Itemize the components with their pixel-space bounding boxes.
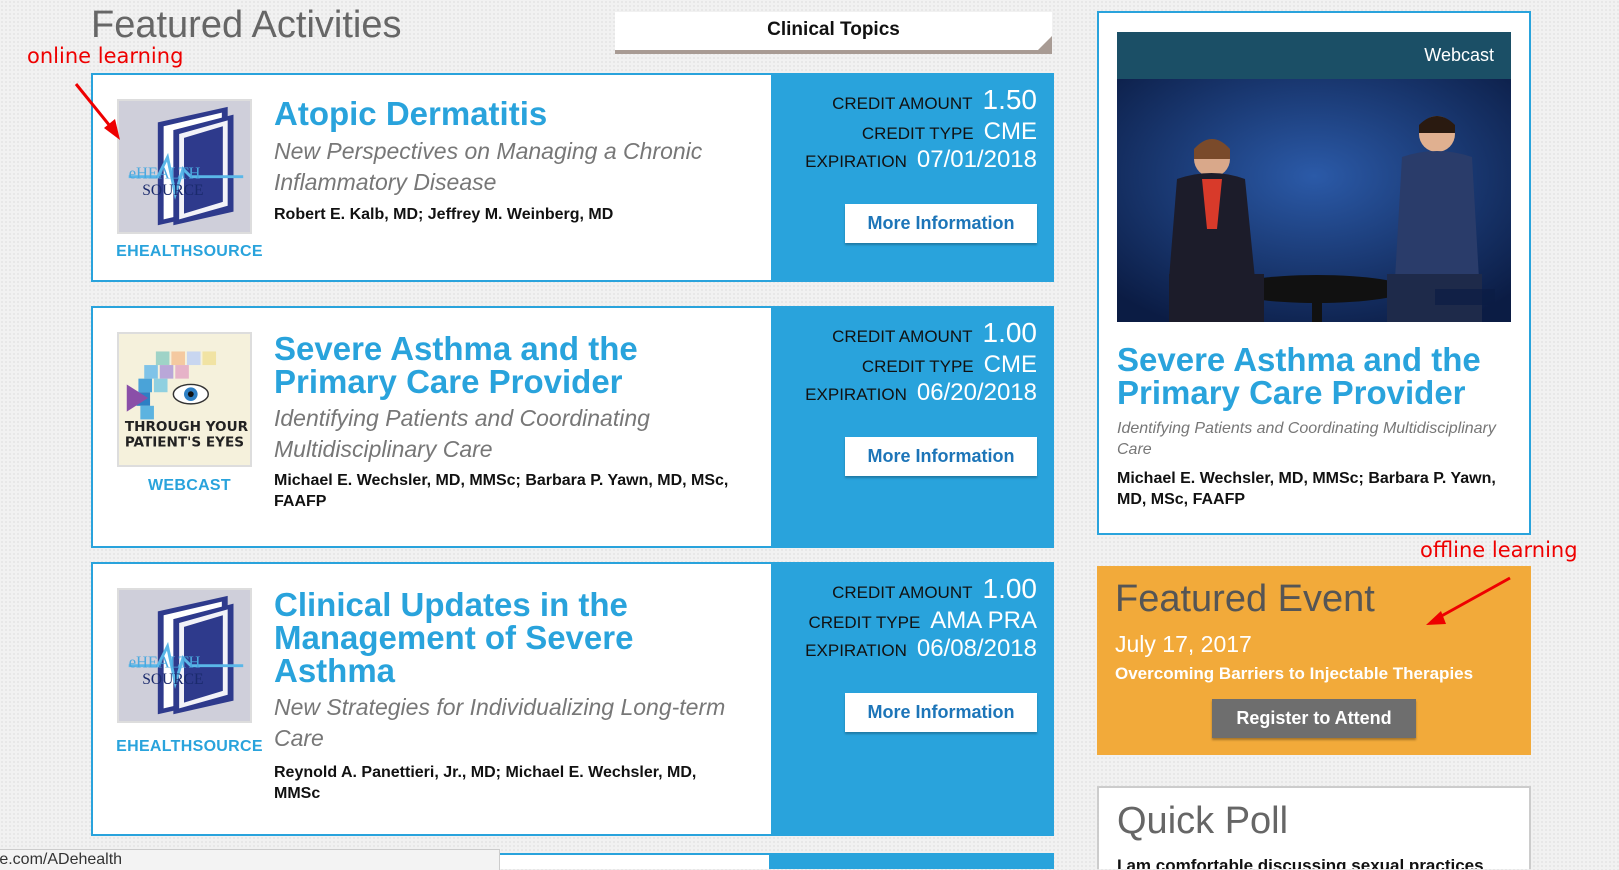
credit-amount-value: 1.50	[982, 84, 1038, 115]
quick-poll-panel: Quick Poll I am comfortable discussing s…	[1097, 786, 1531, 869]
activity-title-link[interactable]: Severe Asthma and the Primary Care Provi…	[274, 332, 744, 398]
activity-card[interactable]: THROUGH YOUR PATIENT'S EYES WEBCAST Seve…	[91, 306, 1054, 548]
activity-provider[interactable]: WEBCAST	[93, 477, 286, 495]
ehealthsource-logo-icon[interactable]: eHEALTH SOURCE	[117, 99, 252, 234]
activity-authors: Reynold A. Panettieri, Jr., MD; Michael …	[274, 764, 697, 802]
activity-provider[interactable]: EHEALTHSOURCE	[93, 243, 286, 261]
webcast-subtitle: Identifying Patients and Coordinating Mu…	[1117, 420, 1496, 458]
register-to-attend-button[interactable]: Register to Attend	[1212, 699, 1416, 738]
quick-poll-heading: Quick Poll	[1117, 800, 1289, 842]
credit-type-value: CME	[983, 351, 1037, 378]
more-information-button[interactable]: More Information	[845, 693, 1037, 732]
credit-type-label: CREDIT TYPE	[861, 124, 974, 143]
online-learning-annotation: online learning	[27, 44, 184, 68]
credit-amount-row: CREDIT AMOUNT 1.00	[832, 573, 1037, 605]
poll-question: I am comfortable discussing sexual pract…	[1117, 856, 1484, 869]
browser-status-bar: me.com/ADehealth	[0, 849, 500, 870]
activity-card[interactable]: eHEALTH SOURCE EHEALTHSOURCE Atopic Derm…	[91, 73, 1054, 282]
webcast-authors: Michael E. Wechsler, MD, MMSc; Barbara P…	[1117, 470, 1496, 508]
svg-text:THROUGH YOUR: THROUGH YOUR	[125, 419, 249, 435]
svg-text:SOURCE: SOURCE	[142, 182, 203, 199]
activity-title-link[interactable]: Atopic Dermatitis	[274, 97, 744, 130]
credit-type-row: CREDIT TYPE AMA PRA	[809, 607, 1038, 635]
expiration-value: 06/20/2018	[916, 379, 1037, 406]
activity-info: THROUGH YOUR PATIENT'S EYES WEBCAST Seve…	[93, 308, 771, 546]
webcast-label: Webcast	[1117, 32, 1511, 79]
more-information-button[interactable]: More Information	[845, 437, 1037, 476]
expiration-label: EXPIRATION	[805, 641, 907, 660]
credit-panel: CREDIT AMOUNT 1.00 CREDIT TYPE CME EXPIRAT…	[771, 306, 1054, 548]
credit-type-value: AMA PRA	[930, 607, 1037, 634]
featured-activities-heading: Featured Activities	[91, 4, 402, 46]
event-date: July 17, 2017	[1115, 631, 1252, 657]
featured-event-panel: Featured Event July 17, 2017 Overcoming …	[1097, 566, 1531, 755]
credit-type-label: CREDIT TYPE	[861, 357, 974, 376]
svg-text:SOURCE: SOURCE	[142, 671, 203, 688]
expiration-value: 06/08/2018	[916, 635, 1037, 662]
credit-type-value: CME	[983, 118, 1037, 145]
activity-provider[interactable]: EHEALTHSOURCE	[93, 738, 286, 756]
featured-event-heading: Featured Event	[1115, 578, 1375, 620]
svg-text:eHEALTH: eHEALTH	[129, 653, 201, 672]
expiration-value: 07/01/2018	[916, 146, 1037, 173]
featured-webcast-panel[interactable]: Webcast Severe Asthma and the Primary Ca…	[1097, 11, 1531, 535]
more-information-button[interactable]: More Information	[845, 204, 1037, 243]
expiration-label: EXPIRATION	[805, 152, 907, 171]
expiration-row: EXPIRATION 06/08/2018	[805, 635, 1037, 663]
activity-authors: Michael E. Wechsler, MD, MMSc; Barbara P…	[274, 472, 729, 510]
event-name-link[interactable]: Overcoming Barriers to Injectable Therap…	[1115, 664, 1473, 684]
activity-authors: Robert E. Kalb, MD; Jeffrey M. Weinberg,…	[274, 206, 614, 223]
credit-panel: CREDIT AMOUNT 1.00 CREDIT TYPE AMA PRA EXP…	[771, 562, 1054, 836]
credit-amount-row: CREDIT AMOUNT 1.00	[832, 317, 1037, 349]
credit-amount-label: CREDIT AMOUNT	[832, 327, 973, 346]
activity-info: eHEALTH SOURCE EHEALTHSOURCE Atopic Derm…	[93, 75, 771, 280]
svg-text:eHEALTH: eHEALTH	[129, 164, 201, 183]
ehealthsource-logo-icon[interactable]: eHEALTH SOURCE	[117, 588, 252, 723]
expiration-row: EXPIRATION 07/01/2018	[805, 146, 1037, 174]
activity-card[interactable]: eHEALTH SOURCE EHEALTHSOURCE Clinical Up…	[91, 562, 1054, 836]
credit-type-row: CREDIT TYPE CME	[862, 351, 1037, 379]
credit-panel: CREDIT AMOUNT 1.50 CREDIT TYPE CME EXPIRAT…	[771, 73, 1054, 282]
activity-subtitle: New Strategies for Individualizing Long-…	[274, 694, 726, 751]
activity-subtitle: New Perspectives on Managing a Chronic I…	[274, 138, 703, 195]
credit-amount-value: 1.00	[982, 573, 1038, 604]
credit-type-row: CREDIT TYPE CME	[862, 118, 1037, 146]
expiration-label: EXPIRATION	[805, 385, 907, 404]
credit-type-label: CREDIT TYPE	[808, 613, 921, 632]
webcast-video-thumbnail[interactable]	[1117, 79, 1511, 322]
clinical-topics-tab[interactable]: Clinical Topics	[615, 12, 1052, 54]
credit-amount-label: CREDIT AMOUNT	[832, 583, 973, 602]
svg-text:PATIENT'S EYES: PATIENT'S EYES	[125, 435, 244, 451]
expiration-row: EXPIRATION 06/20/2018	[805, 379, 1037, 407]
activity-info: eHEALTH SOURCE EHEALTHSOURCE Clinical Up…	[93, 564, 771, 834]
credit-amount-label: CREDIT AMOUNT	[832, 94, 973, 113]
webcast-title-link[interactable]: Severe Asthma and the Primary Care Provi…	[1117, 343, 1517, 409]
credit-amount-row: CREDIT AMOUNT 1.50	[832, 84, 1037, 116]
activity-title-link[interactable]: Clinical Updates in the Management of Se…	[274, 588, 744, 687]
offline-learning-annotation: offline learning	[1420, 538, 1578, 562]
through-your-patients-eyes-logo-icon[interactable]: THROUGH YOUR PATIENT'S EYES	[117, 332, 252, 467]
credit-amount-value: 1.00	[982, 317, 1038, 348]
activity-subtitle: Identifying Patients and Coordinating Mu…	[274, 405, 650, 462]
